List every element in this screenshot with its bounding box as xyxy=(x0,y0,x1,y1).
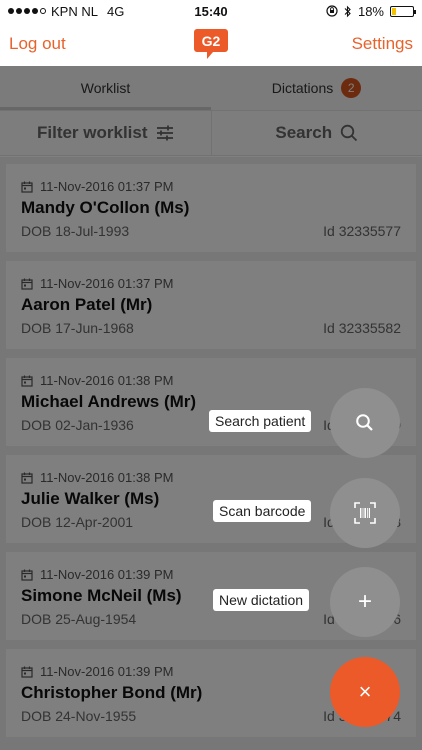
battery-percent: 18% xyxy=(357,3,384,19)
settings-button[interactable]: Settings xyxy=(352,34,413,54)
search-icon xyxy=(356,414,373,431)
search-patient-label[interactable]: Search patient xyxy=(209,410,312,432)
status-bar: KPN NL 4G 15:40 18% xyxy=(0,0,422,22)
carrier-name: KPN NL xyxy=(51,3,98,19)
logo-text: G2 xyxy=(202,33,221,49)
logout-button[interactable]: Log out xyxy=(9,34,66,54)
search-patient-button[interactable] xyxy=(330,388,400,458)
g2-logo: G2 xyxy=(194,29,228,59)
scan-barcode-button[interactable] xyxy=(330,478,400,548)
barcode-scan-icon xyxy=(354,502,376,524)
plus-icon: + xyxy=(357,588,372,615)
battery-icon xyxy=(390,5,416,17)
scan-barcode-label[interactable]: Scan barcode xyxy=(213,500,312,522)
orientation-lock-icon xyxy=(326,5,338,17)
app-header: Log out G2 Settings xyxy=(0,22,422,66)
new-dictation-label[interactable]: New dictation xyxy=(213,589,310,611)
status-left: KPN NL 4G xyxy=(8,4,124,19)
signal-strength-icon xyxy=(8,8,46,14)
new-dictation-button[interactable]: + xyxy=(330,567,400,637)
status-right: 18% xyxy=(326,3,416,19)
bluetooth-icon xyxy=(344,5,351,17)
network-type: 4G xyxy=(106,3,125,19)
close-fab-menu-button[interactable]: × xyxy=(330,657,400,727)
close-icon: × xyxy=(358,679,372,704)
